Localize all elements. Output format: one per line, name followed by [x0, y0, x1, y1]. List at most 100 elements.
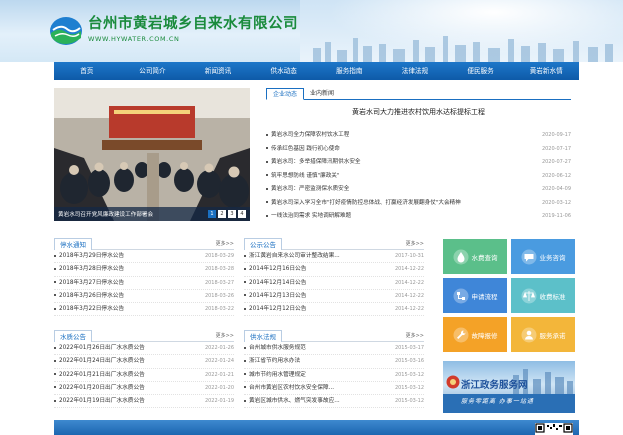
tile-label: 业务咨询 — [539, 253, 566, 262]
list-item[interactable]: 一线法治同需求 实地调研解难题 2019-11-06 — [266, 210, 571, 224]
list-item[interactable]: 浙江省节约用水办法 2015-03-16 — [244, 355, 424, 369]
nav-supply-dynamics[interactable]: 供水动态 — [251, 62, 317, 80]
panel-title: 公示公告 — [244, 238, 282, 250]
item-date: 2014-12-22 — [394, 279, 424, 286]
list-item[interactable]: 2014年12月12日公告 2014-12-22 — [244, 303, 424, 317]
news-date: 2020-07-27 — [541, 159, 571, 165]
slider-caption[interactable]: 黄岩水司召开党风廉政建设工作部署会 — [58, 210, 153, 218]
item-title: 2014年12月16日公告 — [249, 266, 307, 273]
list-item[interactable]: 传承红色基因 践行初心使命 2020-07-17 — [266, 143, 571, 157]
fault-repair-button[interactable]: 故障报修 — [443, 317, 507, 352]
list-item[interactable]: 2022年01月26日出厂水水质公告 2022-01-26 — [54, 342, 234, 356]
item-date: 2014-12-22 — [394, 292, 424, 299]
list-item[interactable]: 筑牢思想防线 谨慎"廉政关" 2020-06-12 — [266, 170, 571, 184]
bullet-icon — [266, 201, 268, 203]
bullet-icon — [244, 386, 246, 389]
news-date: 2020-07-17 — [541, 145, 571, 152]
news-title: 传承红色基因 践行初心使命 — [271, 145, 340, 152]
list-item[interactable]: 2014年12月13日公告 2014-12-22 — [244, 290, 424, 304]
list-item[interactable]: 台州市黄岩区农村饮水安全保障... 2015-03-12 — [244, 382, 424, 396]
tile-label: 水费查询 — [471, 253, 498, 262]
nav-service-guide[interactable]: 服务指南 — [317, 62, 383, 80]
photo-slider[interactable]: 黄岩水司召开党风廉政建设工作部署会 1 2 3 4 — [54, 88, 250, 221]
nav-laws[interactable]: 法律法规 — [382, 62, 448, 80]
business-consult-button[interactable]: 业务咨询 — [511, 239, 575, 274]
news-date: 2019-11-06 — [541, 213, 571, 219]
item-title: 黄岩区城市供水、燃气突发事故应... — [249, 398, 340, 405]
panel-title: 停水通知 — [54, 238, 92, 250]
list-item[interactable]: 2014年12月14日公告 2014-12-22 — [244, 277, 424, 290]
tab-industry-news[interactable]: 业内新闻 — [304, 88, 340, 99]
list-item[interactable]: 2022年01月20日出厂水水质公告 2022-01-20 — [54, 382, 234, 396]
item-title: 2018年3月22日停水公告 — [59, 306, 125, 313]
slider-page-2[interactable]: 2 — [218, 210, 226, 218]
list-item[interactable]: 2018年3月26日停水公告 2018-03-26 — [54, 290, 234, 304]
item-title: 2022年01月20日出厂水水质公告 — [59, 384, 145, 391]
item-title: 2014年12月13日公告 — [249, 292, 307, 299]
list-item[interactable]: 2022年01月19日出厂水水质公告 2022-01-19 — [54, 395, 234, 409]
flow-icon — [453, 288, 468, 303]
list-item[interactable]: 黄岩区城市供水、燃气突发事故应... 2015-03-12 — [244, 395, 424, 409]
list-item[interactable]: 台州城市供水服务规范 2015-03-17 — [244, 342, 424, 356]
slider-page-1[interactable]: 1 — [208, 210, 216, 218]
slider-page-4[interactable]: 4 — [238, 210, 246, 218]
water-fee-query-button[interactable]: 水费查询 — [443, 239, 507, 274]
bullet-icon — [266, 214, 268, 217]
more-link[interactable]: 更多>> — [406, 332, 424, 339]
item-date: 2018-03-27 — [204, 279, 234, 286]
news-title: 一线法治同需求 实地调研解难题 — [271, 213, 352, 219]
more-link[interactable]: 更多>> — [216, 240, 234, 247]
more-link[interactable]: 更多>> — [406, 240, 424, 247]
item-date: 2018-03-29 — [204, 253, 234, 259]
gov-service-banner[interactable]: 浙江政务服务网 服务零距离 办事一站通 — [443, 361, 575, 413]
service-tiles: 水费查询 业务咨询 申请流程 收费标准 故障报修 服务承诺 — [443, 239, 575, 352]
nav-news[interactable]: 新闻资讯 — [185, 62, 251, 80]
panel-title: 供水法规 — [244, 330, 282, 342]
water-quality-panel: 水质公告 更多>> 2022年01月26日出厂水水质公告 2022-01-26 2… — [54, 330, 234, 409]
list-item[interactable]: 2018年3月27日停水公告 2018-03-27 — [54, 277, 234, 290]
nav-about[interactable]: 公司简介 — [120, 62, 186, 80]
news-title: 黄岩水司：多举措保障汛期供水安全 — [271, 159, 361, 165]
list-item[interactable]: 2018年3月22日停水公告 2018-03-22 — [54, 303, 234, 317]
item-title: 浙江省节约用水办法 — [249, 358, 301, 365]
meeting-photo — [54, 88, 250, 221]
list-item[interactable]: 2022年01月24日出厂水水质公告 2022-01-24 — [54, 355, 234, 369]
tab-company-news[interactable]: 企业动态 — [266, 88, 305, 100]
list-item[interactable]: 黄岩水司：多举措保障汛期供水安全 2020-07-27 — [266, 156, 571, 170]
nav-home[interactable]: 首页 — [54, 62, 120, 80]
bullet-icon — [244, 399, 246, 402]
item-title: 2018年3月29日停水公告 — [59, 253, 125, 259]
city-skyline-image — [313, 36, 613, 62]
item-date: 2018-03-22 — [204, 306, 234, 313]
slider-page-3[interactable]: 3 — [228, 210, 236, 218]
item-date: 2015-03-12 — [394, 384, 424, 391]
list-item[interactable]: 浙江黄岩自来水公司审计整改结果... 2017-10-31 — [244, 250, 424, 264]
news-date: 2020-06-12 — [541, 172, 571, 179]
service-promise-button[interactable]: 服务承诺 — [511, 317, 575, 352]
item-date: 2022-01-20 — [204, 384, 234, 391]
list-item[interactable]: 2018年3月28日停水公告 2018-03-28 — [54, 263, 234, 277]
nav-convenience[interactable]: 便民服务 — [448, 62, 514, 80]
more-link[interactable]: 更多>> — [216, 332, 234, 339]
list-item[interactable]: 黄岩水司深入学习全市"打好疫情防控总体战、打赢经济发展翻身仗"大会精神 2020-… — [266, 197, 571, 211]
list-item[interactable]: 2014年12月16日公告 2014-12-22 — [244, 263, 424, 277]
item-date: 2018-03-28 — [204, 266, 234, 273]
bullet-icon — [54, 267, 56, 270]
news-headline[interactable]: 黄岩水司大力推进农村饮用水达标提标工程 — [266, 107, 571, 117]
item-date: 2014-12-22 — [394, 306, 424, 313]
bullet-icon — [266, 147, 268, 149]
list-item[interactable]: 2018年3月29日停水公告 2018-03-29 — [54, 250, 234, 264]
list-item[interactable]: 黄岩水司全力保障农村饮水工程 2020-09-17 — [266, 129, 571, 143]
site-url[interactable]: WWW.HYWATER.COM.CN — [88, 35, 179, 43]
bullet-icon — [54, 254, 56, 257]
fee-standard-button[interactable]: 收费标准 — [511, 278, 575, 313]
panel-header: 停水通知 更多>> — [54, 238, 234, 250]
item-date: 2022-01-19 — [204, 398, 234, 405]
apply-process-button[interactable]: 申请流程 — [443, 278, 507, 313]
gov-emblem-icon — [446, 375, 460, 389]
list-item[interactable]: 2022年01月21日出厂水水质公告 2022-01-21 — [54, 369, 234, 382]
nav-new-water[interactable]: 黄岩新水情 — [513, 62, 579, 80]
news-date: 2020-04-09 — [541, 186, 571, 192]
list-item[interactable]: 城市节约用水管理规定 2015-03-12 — [244, 369, 424, 382]
list-item[interactable]: 黄岩水司：严密监测保水质安全 2020-04-09 — [266, 183, 571, 197]
